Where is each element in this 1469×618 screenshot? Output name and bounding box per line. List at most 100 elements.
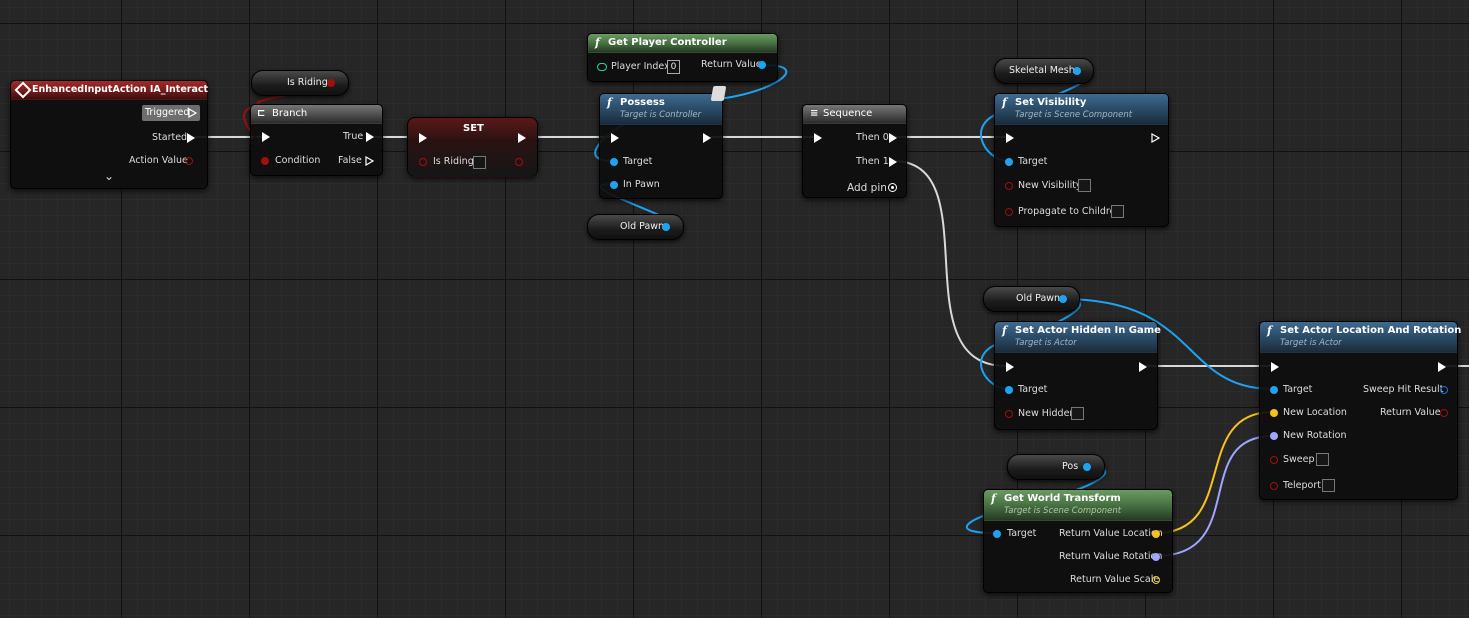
expand-arrow-icon[interactable]: ⌄ xyxy=(104,170,114,182)
sequence-exec-in[interactable] xyxy=(814,133,822,143)
possess-exec-out[interactable] xyxy=(703,133,711,143)
new-location-label: New Location xyxy=(1283,407,1347,418)
is-riding-set-label: Is Riding xyxy=(433,156,474,167)
get-player-controller-node[interactable]: f Get Player Controller Player Index 0 R… xyxy=(587,33,778,82)
set-loc-rot-return-pin[interactable] xyxy=(1440,409,1448,417)
exec-out-hollow-icon xyxy=(188,108,197,118)
set-loc-rot-header: f Set Actor Location And Rotation Target… xyxy=(1260,322,1461,353)
branch-node[interactable]: ⊏ Branch True Condition False xyxy=(250,104,383,176)
is-riding-checkbox[interactable] xyxy=(473,156,486,169)
set-loc-rot-title: Set Actor Location And Rotation xyxy=(1280,325,1462,336)
is-riding-get-node[interactable]: Is Riding xyxy=(251,70,349,96)
set-loc-rot-exec-in[interactable] xyxy=(1271,362,1279,372)
sweep-pin[interactable] xyxy=(1270,456,1278,464)
world-transform-target-pin[interactable] xyxy=(993,530,1001,538)
event-node-title: EnhancedInputAction IA_Interact xyxy=(32,84,209,95)
propagate-pin[interactable] xyxy=(1005,208,1013,216)
function-icon: f xyxy=(1267,324,1272,337)
then1-exec-out[interactable] xyxy=(889,157,897,167)
action-value-pin[interactable] xyxy=(185,157,193,165)
new-hidden-pin[interactable] xyxy=(1005,410,1013,418)
new-hidden-checkbox[interactable] xyxy=(1071,407,1084,420)
then1-label: Then 1 xyxy=(856,156,889,167)
player-index-label: Player Index xyxy=(611,61,670,72)
rotator-wire-rotation xyxy=(1155,435,1274,557)
possess-target-pin[interactable] xyxy=(610,158,618,166)
possess-node[interactable]: f Possess Target is Controller Target In… xyxy=(599,86,727,199)
is-riding-out-pin[interactable] xyxy=(327,79,335,87)
new-visibility-pin[interactable] xyxy=(1005,182,1013,190)
set-visibility-title: Set Visibility xyxy=(1015,97,1087,108)
condition-pin[interactable] xyxy=(261,157,269,165)
controller-return-label: Return Value xyxy=(701,59,762,70)
false-exec-out[interactable] xyxy=(365,156,374,166)
old-pawn-out-pin-2[interactable] xyxy=(1059,295,1067,303)
true-exec-out[interactable] xyxy=(366,132,374,142)
pos-get-node[interactable]: Pos xyxy=(1007,454,1105,480)
set-exec-in[interactable] xyxy=(419,133,427,143)
is-riding-set-out-pin[interactable] xyxy=(515,158,523,166)
set-is-riding-node[interactable]: SET Is Riding xyxy=(407,117,538,177)
teleport-pin[interactable] xyxy=(1270,482,1278,490)
new-visibility-label: New Visibility xyxy=(1018,180,1082,191)
set-loc-rot-target-pin[interactable] xyxy=(1270,386,1278,394)
rv-location-pin[interactable] xyxy=(1152,530,1160,538)
is-riding-get-label: Is Riding xyxy=(287,77,328,88)
started-exec-pin[interactable] xyxy=(187,133,195,143)
player-index-pin[interactable] xyxy=(597,63,607,71)
set-loc-rot-target-label: Target xyxy=(1283,384,1313,395)
sweep-hit-pin[interactable] xyxy=(1440,386,1448,394)
false-pin-label: False xyxy=(338,155,362,166)
sweep-checkbox[interactable] xyxy=(1316,453,1329,466)
set-visibility-header: f Set Visibility Target is Scene Compone… xyxy=(995,94,1168,125)
skeletal-mesh-out-pin[interactable] xyxy=(1073,67,1081,75)
sequence-node[interactable]: ≡ Sequence Then 0 Then 1 Add pin xyxy=(802,104,907,198)
teleport-checkbox[interactable] xyxy=(1322,479,1335,492)
set-hidden-exec-out[interactable] xyxy=(1139,362,1147,372)
then0-exec-out[interactable] xyxy=(889,133,897,143)
set-loc-rot-exec-out[interactable] xyxy=(1438,362,1446,372)
old-pawn-label-2: Old Pawn xyxy=(1016,293,1061,304)
set-actor-hidden-node[interactable]: f Set Actor Hidden In Game Target is Act… xyxy=(994,321,1161,430)
started-pin-label: Started xyxy=(152,132,188,143)
rv-scale-pin[interactable] xyxy=(1152,576,1160,584)
old-pawn-get-node-2[interactable]: Old Pawn xyxy=(983,286,1080,312)
set-visibility-node[interactable]: f Set Visibility Target is Scene Compone… xyxy=(994,93,1169,227)
pos-out-pin[interactable] xyxy=(1083,463,1091,471)
player-index-input[interactable]: 0 xyxy=(667,60,680,74)
skeletal-mesh-get-node[interactable]: Skeletal Mesh xyxy=(994,58,1094,84)
new-location-pin[interactable] xyxy=(1270,409,1278,417)
set-visibility-exec-out[interactable] xyxy=(1151,133,1160,143)
new-rotation-label: New Rotation xyxy=(1283,430,1347,441)
branch-exec-in[interactable] xyxy=(262,132,270,142)
set-visibility-exec-in[interactable] xyxy=(1006,133,1014,143)
add-pin-label[interactable]: Add pin xyxy=(847,182,887,194)
new-visibility-checkbox[interactable] xyxy=(1078,179,1091,192)
action-value-pin-label: Action Value xyxy=(129,155,188,166)
sweep-hit-label: Sweep Hit Result xyxy=(1363,384,1444,395)
in-pawn-pin[interactable] xyxy=(610,181,618,189)
set-hidden-exec-in[interactable] xyxy=(1006,362,1014,372)
rv-location-label: Return Value Location xyxy=(1059,528,1163,539)
possess-exec-in[interactable] xyxy=(611,133,619,143)
set-exec-out[interactable] xyxy=(518,133,526,143)
new-rotation-pin[interactable] xyxy=(1270,432,1278,440)
set-visibility-target-pin[interactable] xyxy=(1005,158,1013,166)
set-actor-location-rotation-node[interactable]: f Set Actor Location And Rotation Target… xyxy=(1259,321,1461,500)
propagate-checkbox[interactable] xyxy=(1111,205,1124,218)
event-diamond-icon xyxy=(14,81,32,99)
is-riding-set-pin[interactable] xyxy=(419,158,427,166)
controller-return-pin[interactable] xyxy=(758,61,766,69)
set-hidden-target-pin[interactable] xyxy=(1005,386,1013,394)
new-hidden-label: New Hidden xyxy=(1018,408,1076,419)
old-pawn-get-node[interactable]: Old Pawn xyxy=(587,214,684,240)
event-node-ia-interact[interactable]: EnhancedInputAction IA_Interact Triggere… xyxy=(10,80,208,189)
branch-header: ⊏ Branch xyxy=(251,105,382,124)
old-pawn-out-pin[interactable] xyxy=(662,223,670,231)
triggered-pin[interactable]: Triggered xyxy=(142,105,200,121)
function-icon: f xyxy=(595,36,600,49)
get-world-transform-node[interactable]: f Get World Transform Target is Scene Co… xyxy=(983,489,1173,593)
rv-scale-label: Return Value Scale xyxy=(1070,574,1160,585)
add-pin-icon[interactable] xyxy=(888,183,897,192)
rv-rotation-pin[interactable] xyxy=(1152,553,1160,561)
